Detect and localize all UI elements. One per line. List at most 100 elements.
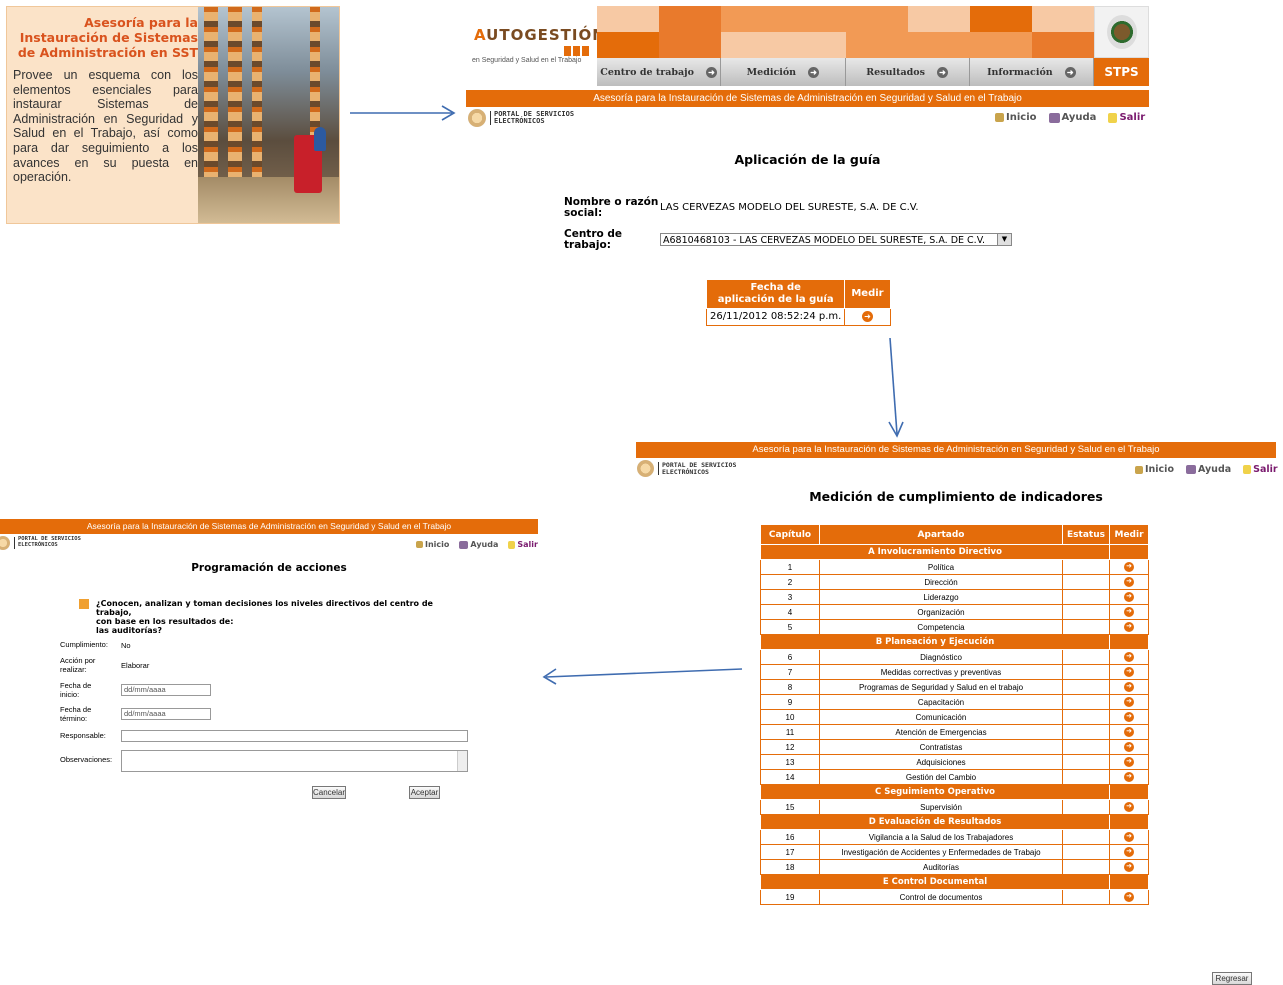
flow-arrow-down — [888, 337, 904, 438]
inicio-link[interactable]: Inicio — [1135, 464, 1174, 475]
centro-trabajo-select[interactable]: A6810468103 - LAS CERVEZAS MODELO DEL SU… — [660, 233, 1012, 246]
medir-button[interactable]: ➜ — [1124, 592, 1134, 602]
warehouse-photo — [198, 7, 339, 223]
promo-description: Provee un esquema con los elementos esen… — [13, 68, 198, 185]
medir-button[interactable]: ➜ — [1124, 802, 1134, 812]
section-row: A Involucramiento Directivo — [760, 544, 1149, 560]
medir-button[interactable]: ➜ — [1124, 772, 1134, 782]
medir-button[interactable]: ➜ — [861, 311, 873, 322]
indicators-table: Capítulo Apartado Estatus Medir A Involu… — [760, 524, 1149, 905]
exit-icon — [1108, 112, 1118, 123]
fecha-inicio-input[interactable]: dd/mm/aaaa — [121, 684, 211, 696]
col-estatus: Estatus — [1062, 524, 1110, 545]
inicio-link[interactable]: Inicio — [995, 112, 1037, 123]
medir-button[interactable]: ➜ — [1124, 577, 1134, 587]
table-row: 6 Diagnóstico ➜ — [760, 649, 1149, 665]
medir-button[interactable]: ➜ — [1124, 742, 1134, 752]
table-row: 7 Medidas correctivas y preventivas ➜ — [760, 664, 1149, 680]
medir-button[interactable]: ➜ — [1124, 682, 1134, 692]
capitulo-cell: 5 — [760, 619, 820, 635]
table-row: 10 Comunicación ➜ — [760, 709, 1149, 725]
col-medir: Medir — [844, 279, 891, 309]
regresar-button[interactable]: Regresar — [1212, 972, 1252, 985]
table-row: 1 Política ➜ — [760, 559, 1149, 575]
flow-arrow-right — [350, 105, 456, 121]
estatus-cell — [1062, 769, 1110, 785]
capitulo-cell: 3 — [760, 589, 820, 605]
table-row: 3 Liderazgo ➜ — [760, 589, 1149, 605]
capitulo-cell: 9 — [760, 694, 820, 710]
nav-resultados[interactable]: Resultados ➜ — [845, 58, 970, 86]
apartado-cell: Medidas correctivas y preventivas — [819, 664, 1063, 680]
medir-button[interactable]: ➜ — [1124, 892, 1134, 902]
section-title: A Involucramiento Directivo — [760, 544, 1110, 560]
table-row: 26/11/2012 08:52:24 p.m. ➜ — [705, 308, 891, 326]
observaciones-textarea[interactable] — [121, 750, 468, 772]
medir-button[interactable]: ➜ — [1124, 847, 1134, 857]
stps-badge[interactable]: STPS — [1094, 58, 1149, 86]
capitulo-cell: 2 — [760, 574, 820, 590]
name-value: LAS CERVEZAS MODELO DEL SURESTE, S.A. DE… — [660, 202, 919, 213]
arrow-right-icon: ➜ — [936, 66, 948, 78]
exit-icon — [1243, 465, 1252, 474]
accept-button[interactable]: Aceptar — [409, 786, 440, 799]
nav-centro-trabajo[interactable]: Centro de trabajo ➜ — [597, 58, 722, 86]
apartado-cell: Investigación de Accidentes y Enfermedad… — [819, 844, 1063, 860]
medir-button[interactable]: ➜ — [1124, 697, 1134, 707]
salir-link[interactable]: Salir — [1243, 464, 1278, 475]
salir-link[interactable]: Salir — [1108, 112, 1145, 123]
help-icon — [1185, 465, 1196, 474]
col-apartado: Apartado — [819, 524, 1063, 545]
apartado-cell: Auditorías — [819, 859, 1063, 875]
ayuda-link[interactable]: Ayuda — [1185, 464, 1231, 475]
salir-link[interactable]: Salir — [508, 540, 538, 549]
capitulo-cell: 4 — [760, 604, 820, 620]
fecha-inicio-label: Fecha de inicio: — [60, 681, 92, 699]
cumplimiento-label: Cumplimiento: — [60, 640, 108, 649]
apartado-cell: Gestión del Cambio — [819, 769, 1063, 785]
cancel-button[interactable]: Cancelar — [312, 786, 346, 799]
estatus-cell — [1062, 799, 1110, 815]
portal-logo[interactable]: PORTAL DE SERVICIOS ELECTRÓNICOS — [637, 460, 736, 477]
page-title: Aplicación de la guía — [734, 152, 881, 167]
fecha-termino-input[interactable]: dd/mm/aaaa — [121, 708, 211, 720]
section-row: E Control Documental — [760, 874, 1149, 890]
medir-button[interactable]: ➜ — [1124, 862, 1134, 872]
responsable-label: Responsable: — [60, 731, 106, 740]
question-text: ¿Conocen, analizan y toman decisiones lo… — [79, 599, 442, 635]
medir-button[interactable]: ➜ — [1124, 622, 1134, 632]
medir-button[interactable]: ➜ — [1124, 712, 1134, 722]
guide-table: Fecha de aplicación de la guía Medir 26/1… — [705, 279, 891, 326]
table-row: 14 Gestión del Cambio ➜ — [760, 769, 1149, 785]
medir-button[interactable]: ➜ — [1124, 607, 1134, 617]
question-bullet-icon — [79, 599, 89, 609]
apartado-cell: Atención de Emergencias — [819, 724, 1063, 740]
screen-aplicacion-guia: AUTOGESTIÓN en Seguridad y Salud en el T… — [466, 6, 1149, 346]
medir-button[interactable]: ➜ — [1124, 562, 1134, 572]
medir-button[interactable]: ➜ — [1124, 757, 1134, 767]
medir-button[interactable]: ➜ — [1124, 652, 1134, 662]
ayuda-link[interactable]: Ayuda — [1048, 112, 1096, 123]
capitulo-cell: 13 — [760, 754, 820, 770]
medir-button[interactable]: ➜ — [1124, 667, 1134, 677]
app-banner: Asesoría para la Instauración de Sistema… — [466, 90, 1149, 107]
apartado-cell: Adquisiciones — [819, 754, 1063, 770]
medir-button[interactable]: ➜ — [1124, 727, 1134, 737]
apartado-cell: Control de documentos — [819, 889, 1063, 905]
capitulo-cell: 10 — [760, 709, 820, 725]
portal-logo[interactable]: PORTAL DE SERVICIOS ELECTRÓNICOS — [0, 536, 81, 550]
inicio-link[interactable]: Inicio — [416, 540, 449, 549]
capitulo-cell: 17 — [760, 844, 820, 860]
capitulo-cell: 18 — [760, 859, 820, 875]
capitulo-cell: 16 — [760, 829, 820, 845]
ayuda-link[interactable]: Ayuda — [459, 540, 498, 549]
autogestion-logo[interactable]: AUTOGESTIÓN en Seguridad y Salud en el T… — [466, 6, 605, 86]
nav-medicion[interactable]: Medición ➜ — [721, 58, 846, 86]
chevron-down-icon: ▼ — [997, 234, 1011, 245]
arrow-right-icon: ➜ — [1064, 66, 1076, 78]
medir-button[interactable]: ➜ — [1124, 832, 1134, 842]
portal-logo[interactable]: PORTAL DE SERVICIOS ELECTRÓNICOS — [468, 109, 574, 127]
nav-informacion[interactable]: Información ➜ — [969, 58, 1094, 86]
scrollbar[interactable] — [457, 751, 467, 771]
responsable-input[interactable] — [121, 730, 468, 742]
